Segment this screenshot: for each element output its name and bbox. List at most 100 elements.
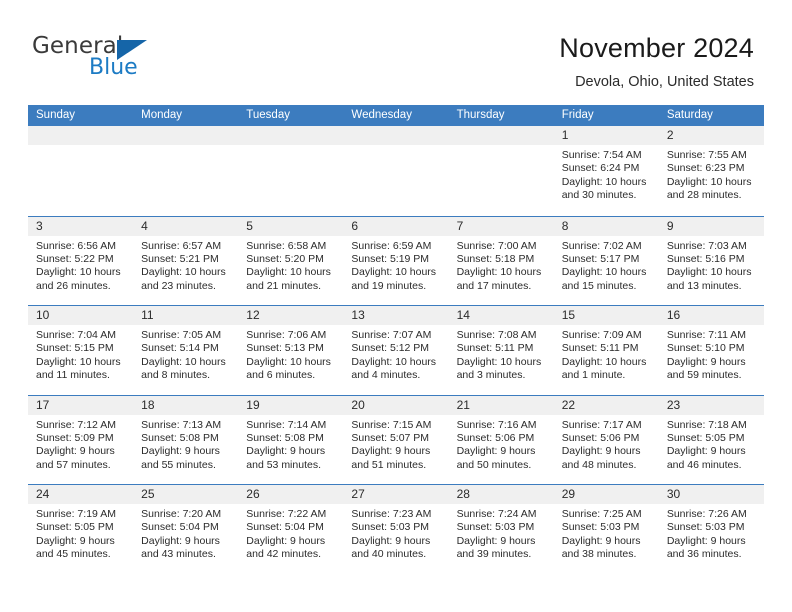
day-cell[interactable]: 20 Sunrise: 7:15 AM Sunset: 5:07 PM Dayligh… bbox=[343, 395, 449, 484]
day-cell[interactable]: 24 Sunrise: 7:19 AM Sunset: 5:05 PM Dayligh… bbox=[28, 485, 134, 574]
day-cell[interactable]: 4 Sunrise: 6:57 AM Sunset: 5:21 PM Daylight… bbox=[133, 216, 239, 305]
sunset-text: Sunset: 5:06 PM bbox=[456, 431, 535, 444]
weekday-header-monday: Monday bbox=[141, 109, 183, 121]
day-number-band: 28 bbox=[448, 485, 554, 504]
day-number: 15 bbox=[561, 308, 576, 322]
day-number: 11 bbox=[141, 308, 154, 322]
daylight-text-line1: Daylight: 9 hours bbox=[666, 445, 746, 458]
day-number-band: 15 bbox=[553, 306, 659, 325]
day-cell[interactable]: 16 Sunrise: 7:11 AM Sunset: 5:10 PM Dayligh… bbox=[658, 306, 764, 395]
day-details: Sunrise: 7:18 AM Sunset: 5:05 PM Daylight:… bbox=[659, 415, 764, 473]
day-number-band: 27 bbox=[343, 485, 449, 504]
day-number: 22 bbox=[561, 397, 576, 412]
daylight-text-line2: and 51 minutes. bbox=[351, 458, 427, 471]
day-details: Sunrise: 7:17 AM Sunset: 5:06 PM Daylight:… bbox=[554, 415, 659, 473]
day-details: Sunrise: 7:26 AM Sunset: 5:03 PM Daylight:… bbox=[659, 504, 764, 562]
day-number-band: 30 bbox=[658, 485, 764, 504]
day-cell-empty bbox=[448, 126, 554, 216]
sunrise-text: Sunrise: 7:04 AM bbox=[36, 329, 116, 341]
day-cell[interactable]: 22 Sunrise: 7:17 AM Sunset: 5:06 PM Dayligh… bbox=[553, 395, 659, 484]
day-cell[interactable]: 17 Sunrise: 7:12 AM Sunset: 5:09 PM Dayligh… bbox=[28, 395, 134, 484]
sunset-text: Sunset: 5:20 PM bbox=[246, 252, 324, 265]
day-cell[interactable]: 7 Sunrise: 7:00 AM Sunset: 5:18 PM Daylight… bbox=[448, 216, 554, 305]
general-blue-logo[interactable]: General Blue bbox=[32, 33, 242, 85]
day-details: Sunrise: 6:57 AM Sunset: 5:21 PM Daylight:… bbox=[133, 236, 238, 294]
day-details: Sunrise: 7:00 AM Sunset: 5:18 PM Daylight:… bbox=[449, 236, 554, 294]
sunrise-text: Sunrise: 7:16 AM bbox=[456, 418, 537, 431]
day-number-band: 1 bbox=[553, 126, 659, 145]
day-number-band: 12 bbox=[238, 306, 344, 325]
day-cell[interactable]: 9 Sunrise: 7:03 AM Sunset: 5:16 PM Daylight… bbox=[658, 216, 764, 305]
day-number: 8 bbox=[561, 218, 569, 233]
page-header: General Blue November 2024 Devola, Ohio,… bbox=[0, 0, 792, 100]
daylight-text-line2: and 45 minutes. bbox=[36, 548, 111, 561]
day-cell[interactable]: 5 Sunrise: 6:58 AM Sunset: 5:20 PM Daylight… bbox=[238, 216, 344, 305]
daylight-text-line1: Daylight: 10 hours bbox=[561, 175, 647, 188]
daylight-text-line1: Daylight: 10 hours bbox=[141, 355, 226, 368]
day-details: Sunrise: 7:23 AM Sunset: 5:03 PM Daylight:… bbox=[343, 504, 448, 562]
calendar-week-row: 3 Sunrise: 6:56 AM Sunset: 5:22 PM Daylight… bbox=[28, 215, 764, 305]
day-cell[interactable]: 10 Sunrise: 7:04 AM Sunset: 5:15 PM Dayligh… bbox=[28, 306, 134, 395]
day-cell[interactable]: 28 Sunrise: 7:24 AM Sunset: 5:03 PM Dayligh… bbox=[448, 485, 554, 574]
day-cell[interactable]: 6 Sunrise: 6:59 AM Sunset: 5:19 PM Daylight… bbox=[343, 216, 449, 305]
day-number: 3 bbox=[36, 218, 43, 233]
sunset-text: Sunset: 5:11 PM bbox=[456, 342, 534, 355]
sunrise-text: Sunrise: 7:11 AM bbox=[666, 329, 747, 341]
sunrise-text: Sunrise: 7:06 AM bbox=[246, 329, 327, 341]
sunset-text: Sunset: 5:04 PM bbox=[246, 521, 324, 534]
sunset-text: Sunset: 5:14 PM bbox=[141, 342, 219, 355]
weekday-header-wednesday: Wednesday bbox=[351, 109, 412, 121]
day-cell[interactable]: 11 Sunrise: 7:05 AM Sunset: 5:14 PM Dayligh… bbox=[133, 306, 239, 395]
daylight-text-line2: and 46 minutes. bbox=[666, 458, 742, 471]
day-number: 13 bbox=[351, 308, 365, 322]
day-number-band: 21 bbox=[448, 395, 554, 415]
day-number-band: 17 bbox=[28, 395, 134, 415]
weekday-header-thursday: Thursday bbox=[456, 109, 505, 121]
daylight-text-line2: and 42 minutes. bbox=[246, 548, 321, 561]
day-cell[interactable]: 15 Sunrise: 7:09 AM Sunset: 5:11 PM Dayligh… bbox=[553, 306, 659, 395]
daylight-text-line2: and 23 minutes. bbox=[141, 279, 216, 292]
day-details: Sunrise: 7:06 AM Sunset: 5:13 PM Daylight:… bbox=[238, 325, 343, 383]
sunrise-text: Sunrise: 7:26 AM bbox=[666, 508, 747, 520]
daylight-text-line2: and 17 minutes. bbox=[456, 279, 532, 292]
day-cell[interactable]: 23 Sunrise: 7:18 AM Sunset: 5:05 PM Dayligh… bbox=[658, 395, 764, 484]
sunrise-text: Sunrise: 7:03 AM bbox=[666, 239, 747, 252]
day-details: Sunrise: 7:07 AM Sunset: 5:12 PM Daylight:… bbox=[343, 325, 448, 383]
day-cell[interactable]: 1 Sunrise: 7:54 AM Sunset: 6:24 PM Daylight… bbox=[553, 126, 659, 216]
daylight-text-line1: Daylight: 10 hours bbox=[456, 266, 542, 279]
day-cell[interactable]: 2 Sunrise: 7:55 AM Sunset: 6:23 PM Daylight… bbox=[658, 126, 764, 216]
day-cell[interactable]: 30 Sunrise: 7:26 AM Sunset: 5:03 PM Dayligh… bbox=[658, 485, 764, 574]
weekday-header-row: Sunday Monday Tuesday Wednesday Thursday Frid… bbox=[28, 105, 764, 126]
day-cell[interactable]: 19 Sunrise: 7:14 AM Sunset: 5:08 PM Dayligh… bbox=[238, 395, 344, 484]
day-cell[interactable]: 13 Sunrise: 7:07 AM Sunset: 5:12 PM Dayligh… bbox=[343, 306, 449, 395]
day-cell[interactable]: 18 Sunrise: 7:13 AM Sunset: 5:08 PM Dayligh… bbox=[133, 395, 239, 484]
day-cell[interactable]: 21 Sunrise: 7:16 AM Sunset: 5:06 PM Dayligh… bbox=[448, 395, 554, 484]
daylight-text-line1: Daylight: 9 hours bbox=[36, 445, 115, 458]
day-cell[interactable]: 12 Sunrise: 7:06 AM Sunset: 5:13 PM Dayligh… bbox=[238, 306, 344, 395]
daylight-text-line1: Daylight: 10 hours bbox=[246, 355, 331, 368]
day-cell[interactable]: 27 Sunrise: 7:23 AM Sunset: 5:03 PM Dayligh… bbox=[343, 485, 449, 574]
day-cell[interactable]: 3 Sunrise: 6:56 AM Sunset: 5:22 PM Daylight… bbox=[28, 216, 134, 305]
day-cell[interactable]: 8 Sunrise: 7:02 AM Sunset: 5:17 PM Daylight… bbox=[553, 216, 659, 305]
sunrise-text: Sunrise: 6:59 AM bbox=[351, 239, 432, 252]
day-number-band: 20 bbox=[343, 395, 449, 415]
day-number-band: 11 bbox=[133, 306, 239, 325]
sunrise-text: Sunrise: 7:22 AM bbox=[246, 508, 327, 520]
daylight-text-line1: Daylight: 9 hours bbox=[456, 534, 536, 547]
daylight-text-line2: and 4 minutes. bbox=[351, 369, 421, 382]
day-number-band bbox=[448, 126, 554, 145]
day-cell[interactable]: 14 Sunrise: 7:08 AM Sunset: 5:11 PM Dayligh… bbox=[448, 306, 554, 395]
sunset-text: Sunset: 5:10 PM bbox=[666, 342, 745, 355]
day-cell[interactable]: 26 Sunrise: 7:22 AM Sunset: 5:04 PM Dayligh… bbox=[238, 485, 344, 574]
day-cell[interactable]: 25 Sunrise: 7:20 AM Sunset: 5:04 PM Dayligh… bbox=[133, 485, 239, 574]
daylight-text-line2: and 38 minutes. bbox=[561, 548, 637, 561]
sunrise-text: Sunrise: 7:54 AM bbox=[561, 149, 642, 161]
sunset-text: Sunset: 5:05 PM bbox=[36, 521, 114, 534]
day-cell[interactable]: 29 Sunrise: 7:25 AM Sunset: 5:03 PM Dayligh… bbox=[553, 485, 659, 574]
day-number: 14 bbox=[456, 308, 470, 322]
daylight-text-line1: Daylight: 9 hours bbox=[246, 445, 326, 458]
daylight-text-line2: and 8 minutes. bbox=[141, 369, 211, 382]
weekday-header-tuesday: Tuesday bbox=[246, 109, 290, 121]
sunrise-text: Sunrise: 7:55 AM bbox=[666, 149, 747, 161]
day-number-band: 16 bbox=[658, 306, 764, 325]
